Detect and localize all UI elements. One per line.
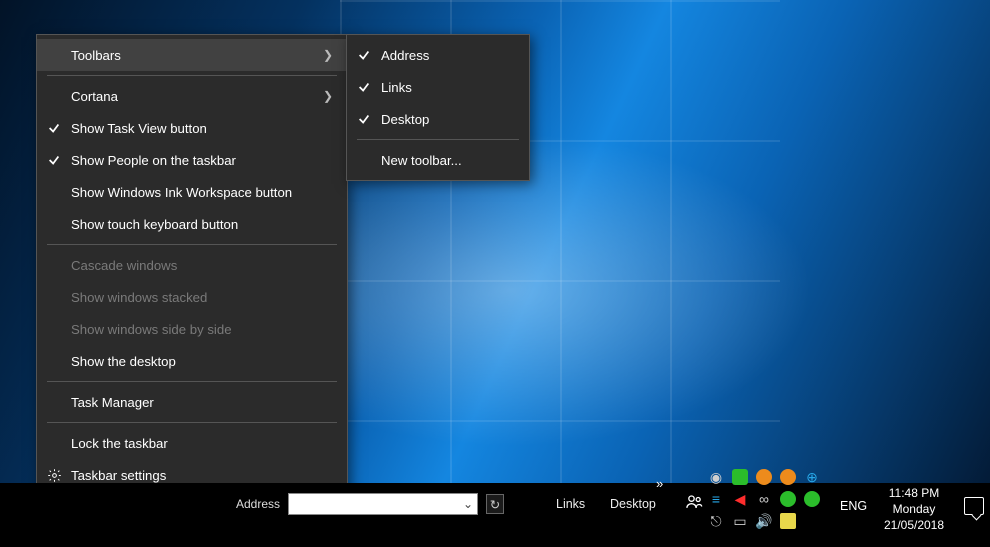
ctx-item-cortana[interactable]: Cortana❯ <box>37 80 347 112</box>
shield-icon[interactable] <box>756 469 772 485</box>
address-toolbar: Address ⌄ ↻ <box>236 491 504 517</box>
address-go-button[interactable]: ↻ <box>486 494 504 514</box>
clock-day: Monday <box>874 501 954 517</box>
submenu-arrow-icon: ❯ <box>313 89 333 103</box>
menu-item-label: Show the desktop <box>71 354 333 369</box>
menu-item-label: Address <box>381 48 515 63</box>
menu-item-label: Cascade windows <box>71 258 333 273</box>
menu-item-label: Show windows side by side <box>71 322 333 337</box>
blob-icon[interactable] <box>780 469 796 485</box>
ctx-item-lock-the-taskbar[interactable]: Lock the taskbar <box>37 427 347 459</box>
ctx-item-show-windows-ink-workspace-button[interactable]: Show Windows Ink Workspace button <box>37 176 347 208</box>
laptop-icon[interactable]: ▭ <box>732 513 748 529</box>
toolbar-overflow-icon[interactable]: » <box>656 476 663 491</box>
n-icon[interactable] <box>804 491 820 507</box>
language-indicator[interactable]: ENG <box>840 499 867 513</box>
ctx-item-show-task-view-button[interactable]: Show Task View button <box>37 112 347 144</box>
ctx-item-show-windows-side-by-side: Show windows side by side <box>37 313 347 345</box>
menu-item-label: Links <box>381 80 515 95</box>
ctx-separator <box>47 381 337 382</box>
clock-time: 11:48 PM <box>874 485 954 501</box>
ctx-item-show-people-on-the-taskbar[interactable]: Show People on the taskbar <box>37 144 347 176</box>
menu-item-label: Show windows stacked <box>71 290 333 305</box>
toolbars-item-new-toolbar[interactable]: New toolbar... <box>347 144 529 176</box>
check-icon <box>347 48 381 62</box>
toolbars-item-address[interactable]: Address <box>347 39 529 71</box>
discord-icon[interactable]: ⊕ <box>804 469 820 485</box>
desktop-toolbar-label[interactable]: Desktop <box>610 491 656 517</box>
menu-item-label: Task Manager <box>71 395 333 410</box>
clock-date: 21/05/2018 <box>874 517 954 533</box>
menu-item-label: Show Task View button <box>71 121 333 136</box>
check-icon <box>347 112 381 126</box>
menu-item-label: Show People on the taskbar <box>71 153 333 168</box>
speaker-icon[interactable]: 🔊 <box>756 513 772 529</box>
ctx-item-cascade-windows: Cascade windows <box>37 249 347 281</box>
ctx-item-show-the-desktop[interactable]: Show the desktop <box>37 345 347 377</box>
volume-mute-icon[interactable]: ◀ <box>732 491 748 507</box>
ctx-separator <box>47 75 337 76</box>
action-center-icon[interactable] <box>964 497 984 515</box>
taskbar: Address ⌄ ↻ Links Desktop » ◉⊕≡◀∞⎋▭🔊 ENG… <box>0 483 990 547</box>
menu-item-label: Taskbar settings <box>71 468 333 483</box>
system-tray: ◉ ⊕ ≡ ◀ ∞ ⎋ ▭ 🔊 <box>708 469 838 529</box>
ctx-item-toolbars[interactable]: Toolbars❯ <box>37 39 347 71</box>
nvidia-icon[interactable] <box>732 469 748 485</box>
ctx-separator <box>47 244 337 245</box>
check-icon <box>37 153 71 167</box>
ctx-separator <box>47 422 337 423</box>
toolbars-separator <box>357 139 519 140</box>
address-input[interactable]: ⌄ <box>288 493 478 515</box>
menu-item-label: Lock the taskbar <box>71 436 333 451</box>
ctx-item-task-manager[interactable]: Task Manager <box>37 386 347 418</box>
link-icon[interactable]: ∞ <box>756 491 772 507</box>
net-icon[interactable]: ≡ <box>708 491 724 507</box>
usb-icon[interactable]: ⎋ <box>708 513 724 529</box>
menu-item-label: Show touch keyboard button <box>71 217 333 232</box>
toolbars-item-links[interactable]: Links <box>347 71 529 103</box>
menu-item-label: Toolbars <box>71 48 313 63</box>
links-toolbar-label[interactable]: Links <box>556 491 585 517</box>
toolbars-item-desktop[interactable]: Desktop <box>347 103 529 135</box>
note-icon[interactable] <box>780 513 796 529</box>
ctx-item-show-windows-stacked: Show windows stacked <box>37 281 347 313</box>
whatsapp-icon[interactable] <box>780 491 796 507</box>
menu-item-label: Cortana <box>71 89 313 104</box>
toolbars-submenu: Address Links Desktop New toolbar... <box>346 34 530 181</box>
check-icon <box>37 121 71 135</box>
address-label: Address <box>236 497 280 511</box>
gear-icon <box>37 468 71 483</box>
taskbar-context-menu: Toolbars❯Cortana❯Show Task View buttonSh… <box>36 34 348 496</box>
check-icon <box>347 80 381 94</box>
address-dropdown-icon[interactable]: ⌄ <box>459 494 477 514</box>
submenu-arrow-icon: ❯ <box>313 48 333 62</box>
clock[interactable]: 11:48 PM Monday 21/05/2018 <box>874 485 954 533</box>
spiral-icon[interactable]: ◉ <box>708 469 724 485</box>
menu-item-label: Desktop <box>381 112 515 127</box>
people-button[interactable] <box>684 492 704 517</box>
menu-item-label: New toolbar... <box>381 153 515 168</box>
menu-item-label: Show Windows Ink Workspace button <box>71 185 333 200</box>
ctx-item-show-touch-keyboard-button[interactable]: Show touch keyboard button <box>37 208 347 240</box>
